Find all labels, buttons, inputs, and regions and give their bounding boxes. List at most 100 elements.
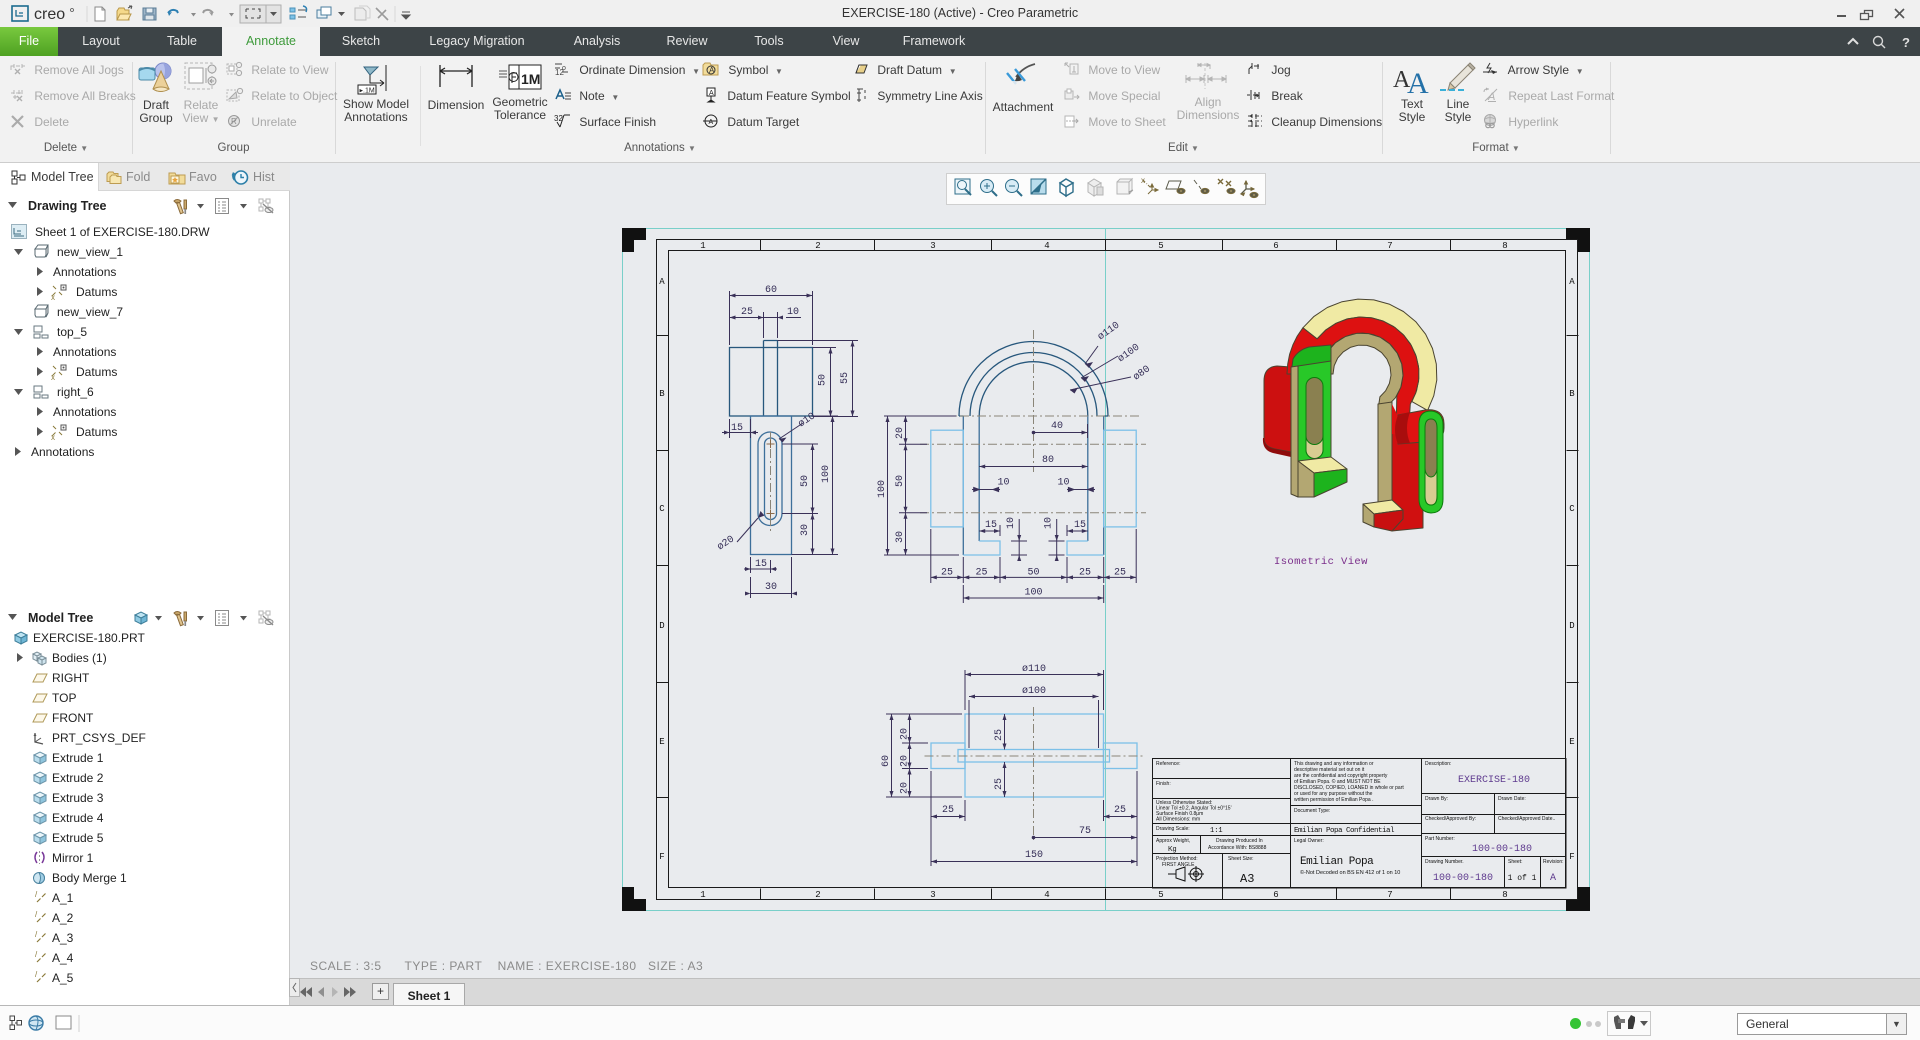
svg-text:60: 60 [765, 285, 777, 296]
svg-text:Accordance With: BS8888: Accordance With: BS8888 [1208, 845, 1267, 851]
svg-text:1M: 1M [521, 71, 540, 87]
svg-text:25: 25 [994, 729, 1005, 741]
svg-text:Drawing Tree: Drawing Tree [28, 199, 107, 213]
svg-text:7: 7 [1387, 241, 1392, 251]
svg-text:15: 15 [985, 520, 997, 531]
svg-text:A3: A3 [1240, 872, 1254, 886]
svg-text:Revision:: Revision: [1543, 859, 1564, 865]
svg-text:Extrude 3: Extrude 3 [52, 791, 104, 805]
svg-text:▸.1M: ▸.1M [360, 88, 375, 95]
svg-text:Extrude 2: Extrude 2 [52, 771, 104, 785]
svg-text:PRT_CSYS_DEF: PRT_CSYS_DEF [52, 731, 146, 745]
svg-text:50: 50 [800, 475, 811, 487]
svg-text:Drawing Number.: Drawing Number. [1425, 859, 1464, 865]
svg-text:Legal Owner:: Legal Owner: [1294, 838, 1324, 844]
svg-text:Datums: Datums [76, 285, 117, 299]
svg-text:written permission of Emilian: written permission of Emilian Popa . [1294, 797, 1373, 803]
svg-text:A: A [709, 119, 714, 126]
svg-text:Document Type:: Document Type: [1294, 808, 1330, 814]
svg-text:Datums: Datums [76, 365, 117, 379]
svg-text:Part Number:: Part Number: [1425, 836, 1455, 842]
svg-text:EXERCISE-180.PRT: EXERCISE-180.PRT [33, 631, 145, 645]
svg-text:10: 10 [1044, 517, 1055, 529]
svg-text:Checked/Approved Date..: Checked/Approved Date.. [1498, 816, 1555, 822]
svg-text:ø10: ø10 [797, 411, 818, 430]
svg-text:25: 25 [975, 568, 987, 579]
svg-text:new_view_7: new_view_7 [57, 305, 123, 319]
svg-text:x: x [1141, 176, 1145, 185]
svg-text:C: C [659, 504, 665, 514]
svg-text:20: 20 [900, 755, 911, 767]
svg-text:EXERCISE-180: EXERCISE-180 [1458, 775, 1530, 786]
svg-text:Annotations: Annotations [53, 345, 116, 359]
svg-text:5: 5 [1158, 890, 1163, 900]
svg-text:20: 20 [895, 427, 906, 439]
svg-text:Annotations: Annotations [53, 405, 116, 419]
svg-text:A: A [1569, 277, 1575, 287]
svg-text:of Emilian Popa. © and MUST NO: of Emilian Popa. © and MUST NOT BE [1294, 778, 1381, 785]
svg-text:Approx Weight,: Approx Weight, [1156, 838, 1190, 844]
svg-text:D: D [659, 621, 664, 631]
svg-text:A: A [1550, 873, 1556, 884]
svg-text:10: 10 [1006, 517, 1017, 529]
svg-text:B: B [659, 389, 665, 399]
svg-text:Drawn Date:: Drawn Date: [1498, 796, 1526, 802]
svg-text:Reference:: Reference: [1156, 761, 1180, 767]
svg-text:E: E [1569, 737, 1574, 747]
svg-text:1: 1 [700, 890, 705, 900]
svg-text:25: 25 [941, 568, 953, 579]
svg-text:50: 50 [895, 475, 906, 487]
svg-text:Model Tree: Model Tree [28, 611, 93, 625]
svg-text:E: E [659, 737, 664, 747]
svg-text:15: 15 [755, 559, 767, 570]
svg-text:100-00-180: 100-00-180 [1472, 844, 1532, 855]
svg-text:4: 4 [1044, 241, 1049, 251]
svg-text:10: 10 [1057, 478, 1069, 489]
svg-text:ø100: ø100 [1022, 686, 1046, 697]
svg-text:100: 100 [1024, 588, 1042, 599]
svg-text:A_4: A_4 [52, 951, 74, 965]
svg-text:A_1: A_1 [52, 891, 74, 905]
svg-text:25: 25 [1114, 805, 1126, 816]
svg-text:ø20: ø20 [716, 534, 737, 553]
svg-text:3: 3 [930, 890, 935, 900]
svg-text:25: 25 [741, 307, 753, 318]
svg-text:FRONT: FRONT [52, 711, 94, 725]
svg-text:Annotations: Annotations [53, 265, 116, 279]
svg-text:D: D [1569, 621, 1574, 631]
svg-text:Extrude 1: Extrude 1 [52, 751, 104, 765]
svg-text:Drawing Scale:: Drawing Scale: [1156, 826, 1190, 832]
svg-text:2: 2 [815, 890, 820, 900]
svg-text:50: 50 [818, 374, 829, 386]
svg-text:Drawn By:: Drawn By: [1425, 796, 1448, 802]
svg-text:15: 15 [731, 423, 743, 434]
svg-text:Mirror 1: Mirror 1 [52, 851, 94, 865]
svg-text:Sheet 1 of EXERCISE-180.DRW: Sheet 1 of EXERCISE-180.DRW [35, 225, 210, 239]
svg-text:All Dimensions: mm: All Dimensions: mm [1156, 817, 1200, 823]
svg-text:Drawing Produced In: Drawing Produced In [1216, 838, 1263, 844]
svg-text:50: 50 [1027, 568, 1039, 579]
svg-text:25: 25 [1114, 568, 1126, 579]
svg-text:C: C [1569, 504, 1575, 514]
svg-text:6: 6 [1273, 241, 1278, 251]
svg-text:100: 100 [821, 465, 832, 483]
svg-text:8: 8 [1502, 890, 1507, 900]
svg-text:80: 80 [1042, 455, 1054, 466]
svg-text:15: 15 [1074, 520, 1086, 531]
svg-text:5: 5 [1158, 241, 1163, 251]
svg-text:100-00-180: 100-00-180 [1433, 873, 1493, 884]
svg-text:F: F [1569, 852, 1574, 862]
svg-text:A_3: A_3 [52, 931, 74, 945]
svg-text:2: 2 [815, 241, 820, 251]
svg-text:1:1: 1:1 [1210, 827, 1223, 835]
svg-text:FIRST ANGLE: FIRST ANGLE [1162, 862, 1195, 868]
svg-text:25: 25 [942, 805, 954, 816]
svg-text:right_6: right_6 [57, 385, 94, 399]
svg-text:6: 6 [1273, 890, 1278, 900]
svg-text:7: 7 [1387, 890, 1392, 900]
svg-text:75: 75 [1079, 826, 1091, 837]
svg-text:TOP: TOP [52, 691, 76, 705]
svg-text:Kg: Kg [1168, 846, 1177, 853]
svg-text:1 of 1: 1 of 1 [1508, 874, 1537, 883]
svg-text:A: A [709, 90, 714, 97]
